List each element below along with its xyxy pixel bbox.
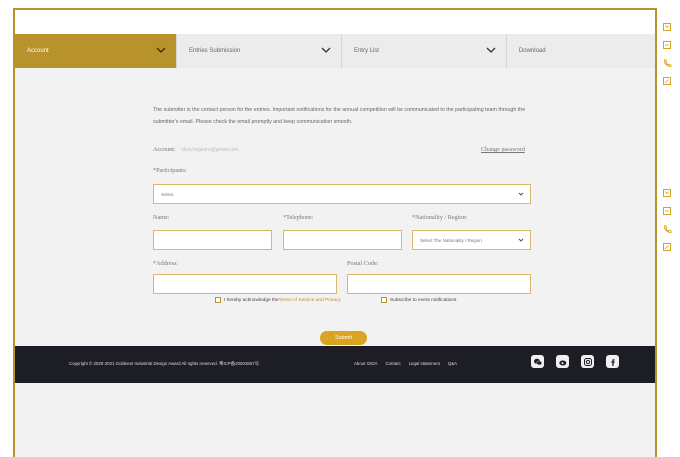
side-toolbar-bottom bbox=[662, 188, 672, 252]
phone-icon[interactable] bbox=[662, 58, 672, 68]
submit-button[interactable]: Submit bbox=[320, 331, 367, 345]
instagram-icon[interactable] bbox=[581, 355, 594, 368]
address-input[interactable] bbox=[153, 274, 337, 294]
subscribe-label: Subscribe to event notifications bbox=[390, 297, 457, 303]
main-nav: Account Entries Submission Entry List Do… bbox=[15, 34, 655, 68]
bookmark-icon[interactable] bbox=[662, 22, 672, 32]
tab-label: Entry List bbox=[353, 48, 379, 54]
nationality-select[interactable]: Select The Nationality / Region bbox=[412, 230, 531, 250]
postal-code-label: Postal Code: bbox=[347, 260, 379, 267]
phone-icon[interactable] bbox=[662, 224, 672, 234]
message-icon[interactable] bbox=[662, 206, 672, 216]
tab-label: Account bbox=[27, 48, 49, 54]
footer: Copyright © 2020-2021 Goldnest Industria… bbox=[15, 346, 655, 383]
tab-entries-submission[interactable]: Entries Submission bbox=[177, 34, 342, 68]
name-label: Name: bbox=[153, 214, 170, 221]
intro-text: The submitter is the contact person for … bbox=[153, 107, 526, 125]
participants-label: *Participants: bbox=[153, 167, 188, 174]
tab-label: Download bbox=[518, 48, 546, 54]
tab-account[interactable]: Account bbox=[15, 34, 177, 68]
terms-text: I hereby acknowledge the bbox=[224, 297, 279, 303]
postal-code-input[interactable] bbox=[347, 274, 531, 294]
social-links bbox=[531, 355, 619, 368]
terms-checkbox[interactable] bbox=[215, 297, 221, 303]
chevron-down-icon bbox=[156, 47, 166, 53]
page-frame: Account Entries Submission Entry List Do… bbox=[13, 8, 657, 457]
account-form: The submitter is the contact person for … bbox=[15, 68, 655, 346]
terms-link[interactable]: Terms of Service and Privacy bbox=[279, 298, 341, 303]
message-icon[interactable] bbox=[662, 40, 672, 50]
copyright-text: Copyright © 2020-2021 Goldnest Industria… bbox=[69, 361, 260, 366]
account-label: Account: eliza.hojastra@gmail.com bbox=[153, 146, 239, 153]
tab-download[interactable]: Download bbox=[507, 34, 655, 68]
tab-entry-list[interactable]: Entry List bbox=[342, 34, 507, 68]
facebook-icon[interactable] bbox=[606, 355, 619, 368]
nationality-label: *Nationality / Region: bbox=[412, 214, 468, 221]
side-toolbar-top bbox=[662, 22, 672, 86]
change-password-link[interactable]: Change password bbox=[481, 146, 525, 153]
telephone-input[interactable] bbox=[283, 230, 402, 250]
footer-links: About GIDA Contact Legal statement Q&A bbox=[354, 361, 457, 366]
participants-select[interactable]: Select bbox=[153, 184, 531, 204]
page-bottom bbox=[15, 383, 655, 457]
chevron-down-icon bbox=[321, 47, 331, 53]
top-bar bbox=[15, 10, 655, 34]
footer-link-qa[interactable]: Q&A bbox=[448, 361, 457, 366]
chevron-down-icon bbox=[518, 238, 524, 242]
telephone-label: *Telephone: bbox=[283, 214, 314, 221]
chevron-down-icon bbox=[486, 47, 496, 53]
terms-checkbox-row: I hereby acknowledge the Terms of Servic… bbox=[215, 297, 341, 303]
bookmark-icon[interactable] bbox=[662, 188, 672, 198]
account-value: eliza.hojastra@gmail.com bbox=[181, 147, 239, 153]
name-input[interactable] bbox=[153, 230, 272, 250]
subscribe-checkbox[interactable] bbox=[381, 297, 387, 303]
address-label: *Address: bbox=[153, 260, 179, 267]
chevron-down-icon bbox=[518, 192, 524, 196]
wechat-icon[interactable] bbox=[531, 355, 544, 368]
edit-icon[interactable] bbox=[662, 76, 672, 86]
edit-icon[interactable] bbox=[662, 242, 672, 252]
weibo-icon[interactable] bbox=[556, 355, 569, 368]
footer-link-legal[interactable]: Legal statement bbox=[409, 361, 440, 366]
footer-link-about[interactable]: About GIDA bbox=[354, 361, 377, 366]
footer-link-contact[interactable]: Contact bbox=[385, 361, 400, 366]
nationality-select-value: Select The Nationality / Region bbox=[420, 237, 482, 243]
subscribe-checkbox-row: Subscribe to event notifications bbox=[381, 297, 456, 303]
tab-label: Entries Submission bbox=[188, 48, 241, 54]
participants-select-value: Select bbox=[161, 191, 174, 197]
